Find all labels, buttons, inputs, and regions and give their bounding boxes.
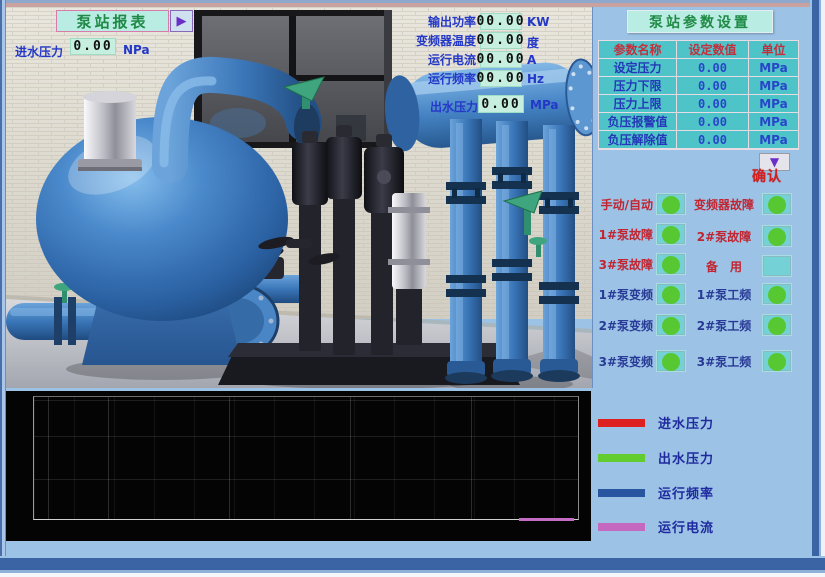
legend-swatch-current: [598, 523, 645, 531]
run-current-trace: [519, 518, 574, 521]
status-lamp-pump1-mains: [762, 283, 792, 305]
status-lamp-pump3-vfd: [656, 350, 686, 372]
col-header-name: 参数名称: [599, 41, 677, 59]
col-header-value: 设定数值: [677, 41, 749, 59]
frame-accent-line: [0, 3, 825, 7]
settings-panel: 泵站参数设置 参数名称 设定数值 单位 设定压力 0.00 MPa 压力下限 0…: [597, 7, 813, 556]
param-name: 压力上限: [599, 95, 677, 113]
report-play-button[interactable]: ▶: [170, 10, 193, 32]
run-frequency-unit: Hz: [527, 72, 544, 86]
status-label: 1#泵变频: [597, 286, 653, 303]
param-value-input[interactable]: 0.00: [677, 77, 749, 95]
param-unit: MPa: [749, 77, 798, 95]
inverter-temp-label: 变频器温度: [346, 32, 476, 49]
inverter-temp-value: 00.00: [480, 32, 522, 49]
inverter-temp-unit: 度: [527, 34, 539, 51]
play-icon: ▶: [177, 14, 187, 29]
status-label: 3#泵变频: [597, 353, 653, 370]
status-label: 1#泵工频: [689, 286, 759, 303]
param-value-input[interactable]: 0.00: [677, 95, 749, 113]
param-value-input[interactable]: 0.00: [677, 113, 749, 131]
status-lamp-pump2-vfd: [656, 314, 686, 336]
output-power-value: 00.00: [480, 13, 522, 30]
output-power-unit: KW: [527, 15, 550, 29]
status-label: 手动/自动: [597, 196, 653, 213]
col-header-unit: 单位: [749, 41, 798, 59]
inlet-pressure-label: 进水压力: [15, 43, 63, 60]
status-lamp-pump3-mains: [762, 350, 792, 372]
status-label: 3#泵故障: [597, 256, 653, 273]
pump-station-hmi: 泵站报表 ▶ 进水压力 0.00 NPa 输出功率 00.00 KW 变频器温度…: [0, 0, 825, 577]
status-lamp-manual-auto: [656, 193, 686, 215]
legend-swatch-outlet: [598, 454, 645, 462]
param-name: 设定压力: [599, 59, 677, 77]
legend-swatch-inlet: [598, 419, 645, 427]
outlet-pressure-label: 出水压力: [394, 98, 478, 115]
status-lamp-vfd-fault: [762, 193, 792, 215]
status-lamp-pump2-mains: [762, 314, 792, 336]
status-label: 2#泵故障: [689, 228, 759, 245]
run-current-value: 00.00: [480, 51, 522, 68]
outlet-pressure-unit: MPa: [530, 98, 559, 112]
trend-chart: [6, 391, 591, 541]
status-lamp-pump3-fault: [656, 253, 686, 275]
legend-label: 运行电流: [658, 517, 714, 536]
status-label: 1#泵故障: [597, 226, 653, 243]
status-label: 备 用: [689, 258, 759, 275]
report-button[interactable]: 泵站报表: [56, 10, 169, 32]
legend-swatch-frequency: [598, 489, 645, 497]
param-name: 压力下限: [599, 77, 677, 95]
run-frequency-value: 00.00: [480, 70, 522, 87]
status-label: 2#泵工频: [689, 317, 759, 334]
frame-right: [810, 0, 825, 577]
confirm-button[interactable]: ▼ 确认: [752, 151, 794, 189]
confirm-label: 确认: [752, 166, 782, 186]
scene-viewport: 泵站报表 ▶ 进水压力 0.00 NPa 输出功率 00.00 KW 变频器温度…: [6, 7, 593, 388]
run-frequency-label: 运行频率: [346, 70, 476, 87]
status-lamp-pump1-vfd: [656, 283, 686, 305]
param-unit: MPa: [749, 113, 798, 131]
run-current-label: 运行电流: [346, 51, 476, 68]
status-lamp-spare: [762, 255, 792, 277]
parameter-table: 参数名称 设定数值 单位 设定压力 0.00 MPa 压力下限 0.00 MPa…: [598, 40, 799, 150]
param-unit: MPa: [749, 95, 798, 113]
param-value-input[interactable]: 0.00: [677, 59, 749, 77]
inlet-pressure-value: 0.00: [70, 38, 116, 55]
output-power-label: 输出功率: [346, 13, 476, 30]
run-current-unit: A: [527, 53, 536, 67]
param-value-input[interactable]: 0.00: [677, 131, 749, 149]
legend-label: 出水压力: [658, 448, 714, 467]
legend-label: 运行频率: [658, 483, 714, 502]
frame-bottom: [0, 556, 825, 577]
frame-left: [0, 0, 6, 577]
param-unit: MPa: [749, 131, 798, 149]
status-lamp-pump2-fault: [762, 225, 792, 247]
legend-label: 进水压力: [658, 413, 714, 432]
status-lamp-pump1-fault: [656, 223, 686, 245]
param-name: 负压解除值: [599, 131, 677, 149]
param-name: 负压报警值: [599, 113, 677, 131]
settings-title: 泵站参数设置: [627, 10, 773, 33]
riser-pipes: [445, 119, 580, 384]
status-label: 3#泵工频: [689, 353, 759, 370]
status-label: 变频器故障: [689, 196, 759, 213]
trend-plot-area: [33, 396, 579, 520]
status-label: 2#泵变频: [597, 317, 653, 334]
param-unit: MPa: [749, 59, 798, 77]
outlet-pressure-value: 0.00: [478, 95, 524, 113]
inlet-pressure-unit: NPa: [123, 43, 150, 57]
